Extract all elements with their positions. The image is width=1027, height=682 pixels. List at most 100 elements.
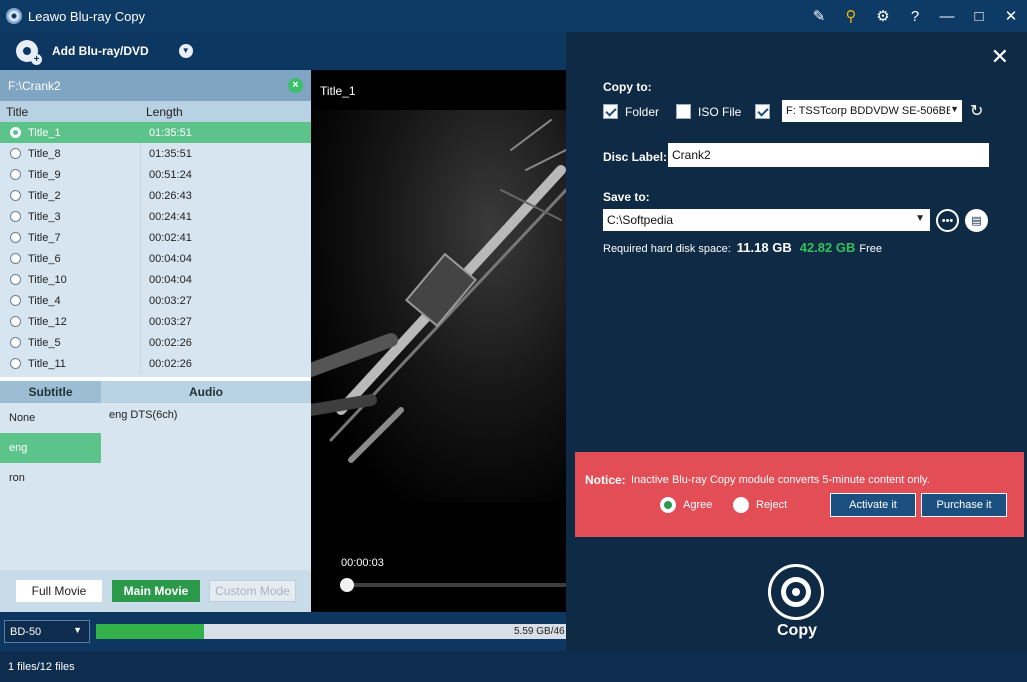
subtitle-tab[interactable]: Subtitle [0, 381, 101, 403]
open-folder-icon[interactable]: ▤ [965, 209, 988, 232]
capacity-fill [96, 624, 205, 639]
browse-icon[interactable]: ••• [936, 209, 959, 232]
settings-gear-icon[interactable]: ⚙ [867, 0, 899, 32]
title-name: Title_5 [28, 336, 61, 349]
title-name: Title_2 [28, 189, 61, 202]
drive-value: F: TSSTcorp BDDVDW SE-506BB [786, 105, 954, 117]
title-name: Title_12 [28, 315, 67, 328]
disc-type-value: BD-50 [10, 625, 42, 638]
seek-bar[interactable] [347, 583, 566, 587]
close-window-icon[interactable]: ✕ [995, 0, 1027, 32]
reject-radio[interactable] [733, 497, 749, 513]
title-cell: Title_12 [0, 311, 140, 332]
title-radio[interactable] [10, 211, 21, 222]
activate-button[interactable]: Activate it [830, 493, 916, 517]
save-to-value: C:\Softpedia [607, 213, 674, 227]
title-radio[interactable] [10, 316, 21, 327]
title-radio[interactable] [10, 169, 21, 180]
save-to-select[interactable]: C:\Softpedia ▼ [603, 209, 930, 231]
drive-checkbox[interactable] [755, 104, 770, 119]
save-to-label: Save to: [603, 190, 650, 204]
purchase-button[interactable]: Purchase it [921, 493, 1007, 517]
title-length: 00:04:04 [140, 269, 192, 290]
title-cell: Title_11 [0, 353, 140, 374]
refresh-icon[interactable]: ↻ [970, 101, 983, 121]
title-row[interactable]: Title_12 00:03:27 [0, 311, 311, 332]
help-icon[interactable]: ? [899, 0, 931, 32]
drive-select[interactable]: F: TSSTcorp BDDVDW SE-506BB ▼ [782, 100, 962, 122]
disc-type-select[interactable]: BD-50 ▼ [4, 620, 90, 643]
title-name: Title_8 [28, 147, 61, 160]
iso-checkbox[interactable] [676, 104, 691, 119]
title-row[interactable]: Title_1 01:35:51 [0, 122, 311, 143]
title-row[interactable]: Title_7 00:02:41 [0, 227, 311, 248]
source-panel: F:\Crank2 × Title Length Title_1 01:35:51… [0, 70, 311, 612]
title-row[interactable]: Title_3 00:24:41 [0, 206, 311, 227]
title-radio[interactable] [10, 295, 21, 306]
folder-checkbox[interactable] [603, 104, 618, 119]
custom-mode-button[interactable]: Custom Mode [209, 580, 296, 602]
title-cell: Title_5 [0, 332, 140, 353]
title-row[interactable]: Title_11 00:02:26 [0, 353, 311, 374]
capacity-text: 5.59 GB/46 [514, 626, 565, 637]
key-icon[interactable]: ⚲ [835, 0, 867, 32]
status-bar: 1 files/12 files [0, 651, 1027, 682]
title-cell: Title_9 [0, 164, 140, 185]
source-path-bar: F:\Crank2 × [0, 70, 311, 101]
video-frame [311, 110, 566, 502]
add-disc-icon[interactable]: + [16, 40, 42, 65]
title-table-header: Title Length [0, 101, 311, 122]
title-radio[interactable] [10, 127, 21, 138]
title-radio[interactable] [10, 148, 21, 159]
title-radio[interactable] [10, 358, 21, 369]
subtitle-item[interactable]: eng [0, 433, 101, 463]
agree-radio[interactable] [660, 497, 676, 513]
maximize-icon[interactable]: □ [963, 0, 995, 32]
title-radio[interactable] [10, 337, 21, 348]
minimize-icon[interactable]: — [931, 0, 963, 32]
seek-handle[interactable] [340, 578, 354, 592]
audio-track[interactable]: eng DTS(6ch) [109, 409, 177, 421]
title-radio[interactable] [10, 232, 21, 243]
title-length: 00:04:04 [140, 248, 192, 269]
close-panel-icon[interactable]: ✕ [991, 46, 1009, 68]
title-radio[interactable] [10, 253, 21, 264]
add-bluray-button[interactable]: Add Blu-ray/DVD [52, 44, 149, 58]
disk-space-info: Required hard disk space: 11.18 GB 42.82… [603, 240, 882, 255]
chevron-down-icon: ▼ [915, 213, 925, 224]
title-length: 00:51:24 [140, 164, 192, 185]
title-name: Title_7 [28, 231, 61, 244]
title-name: Title_1 [28, 126, 61, 139]
title-length: 00:02:26 [140, 353, 192, 374]
subtitle-item[interactable]: None [0, 403, 101, 433]
title-name: Title_11 [28, 357, 66, 370]
title-row[interactable]: Title_9 00:51:24 [0, 164, 311, 185]
title-row[interactable]: Title_10 00:04:04 [0, 269, 311, 290]
title-cell: Title_7 [0, 227, 140, 248]
notice-text: Inactive Blu-ray Copy module converts 5-… [631, 474, 930, 486]
title-name: Title_4 [28, 294, 61, 307]
copy-disc-icon[interactable] [768, 564, 824, 620]
reject-label: Reject [756, 499, 788, 511]
title-row[interactable]: Title_5 00:02:26 [0, 332, 311, 353]
title-radio[interactable] [10, 274, 21, 285]
title-row[interactable]: Title_2 00:26:43 [0, 185, 311, 206]
disc-label-input[interactable]: Crank2 [668, 143, 989, 167]
disc-label-label: Disc Label: [603, 150, 668, 164]
title-name: Title_9 [28, 168, 61, 181]
audio-tab[interactable]: Audio [101, 381, 311, 403]
subtitle-item[interactable]: ron [0, 463, 101, 493]
iso-label: ISO File [698, 105, 742, 119]
title-row[interactable]: Title_8 01:35:51 [0, 143, 311, 164]
remove-source-icon[interactable]: × [288, 78, 303, 93]
title-row[interactable]: Title_4 00:03:27 [0, 290, 311, 311]
title-row[interactable]: Title_6 00:04:04 [0, 248, 311, 269]
main-movie-button[interactable]: Main Movie [112, 580, 200, 602]
feedback-icon[interactable]: ✎ [803, 0, 835, 32]
notice-box: Notice: Inactive Blu-ray Copy module con… [575, 452, 1024, 537]
title-radio[interactable] [10, 190, 21, 201]
title-name: Title_6 [28, 252, 61, 265]
copy-button[interactable]: Copy [762, 622, 832, 640]
full-movie-button[interactable]: Full Movie [16, 580, 102, 602]
add-dropdown-icon[interactable]: ▼ [178, 44, 193, 58]
